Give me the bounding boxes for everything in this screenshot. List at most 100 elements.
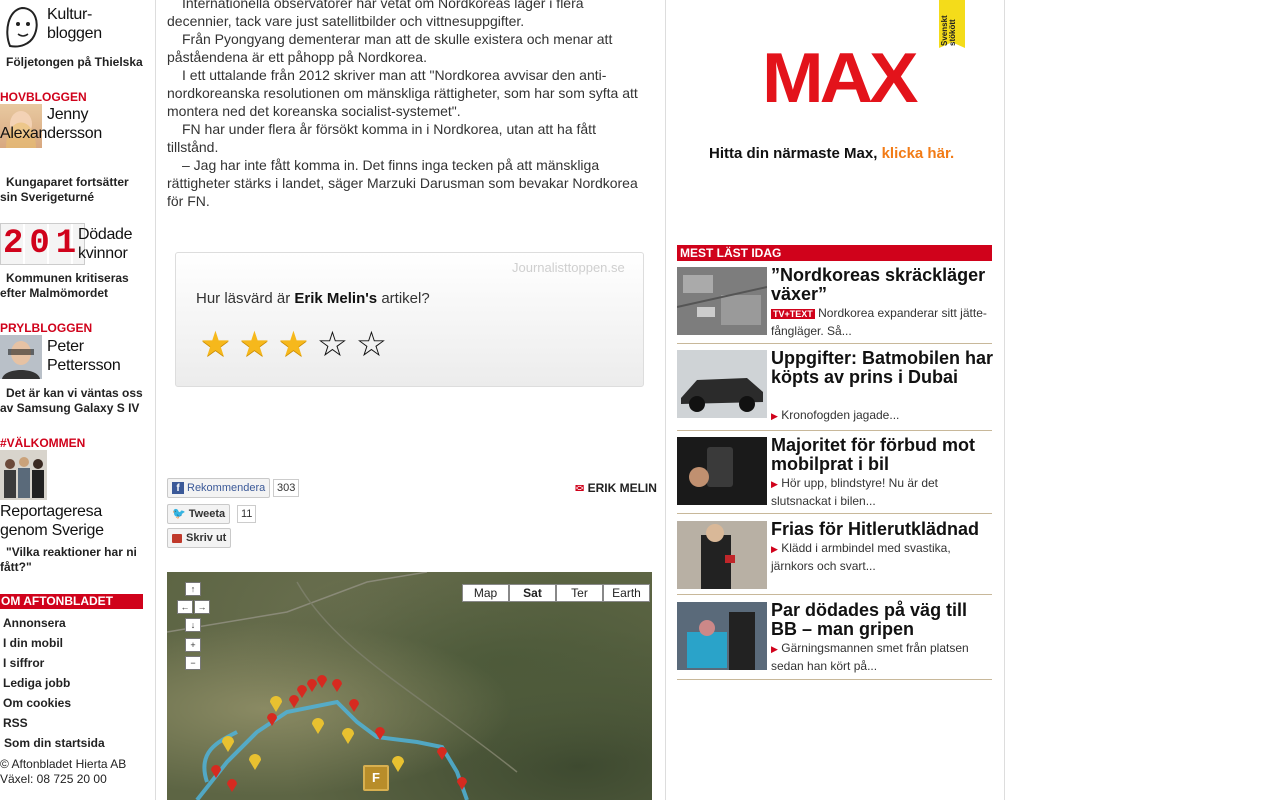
zoom-out-button[interactable]: − <box>185 656 201 670</box>
counter-digits: 201 <box>0 223 86 265</box>
mail-icon: ✉ <box>575 483 585 495</box>
tweet-label: Tweeta <box>188 508 226 520</box>
tweet-count: 11 <box>237 505 257 523</box>
pan-left-button[interactable]: ← <box>177 600 193 614</box>
valkommen-image[interactable] <box>0 450 47 500</box>
left-sidebar: Kultur- bloggen Följetongen på Thielska … <box>0 0 150 800</box>
hovbloggen-label[interactable]: HOVBLOGGEN <box>0 90 87 104</box>
pan-right-button[interactable]: → <box>194 600 210 614</box>
news-image[interactable] <box>677 437 767 505</box>
prylbloggen-label[interactable]: PRYLBLOGGEN <box>0 321 92 335</box>
article-paragraph: I ett uttalande från 2012 skriver man at… <box>167 67 638 119</box>
news-item[interactable]: Majoritet för förbud mot mobilprat i bil… <box>677 436 993 514</box>
about-link-startsida[interactable]: Som din startsida <box>0 736 105 756</box>
counter-title[interactable]: Dödade kvinnor <box>78 225 133 263</box>
tv-text-badge: TV+TEXT <box>771 309 815 319</box>
about-aftonbladet-heading: OM AFTONBLADET <box>0 594 143 609</box>
about-link-annonsera[interactable]: Annonsera <box>0 616 105 636</box>
news-teaser-text: Kronofogden jagade... <box>781 408 900 422</box>
star-4[interactable]: ☆ <box>313 326 352 364</box>
zoom-in-button[interactable]: + <box>185 638 201 652</box>
ad-tagline[interactable]: Hitta din närmaste Max, klicka här. <box>709 145 954 162</box>
ad-tagline-text: Hitta din närmaste Max, <box>709 145 878 162</box>
news-teaser-text: Hör upp, blindstyre! Nu är det slutsnack… <box>771 476 939 508</box>
news-item[interactable]: Frias för Hitlerutklädnad ▶ Klädd i armb… <box>677 520 993 595</box>
star-1[interactable]: ★ <box>196 326 235 364</box>
about-links: Annonsera I din mobil I siffror Lediga j… <box>0 616 105 756</box>
news-title[interactable]: Frias för Hitlerutklädnad <box>771 520 993 539</box>
arrow-icon: ▶ <box>771 411 778 421</box>
article-body: Internationella observatörer har vetat o… <box>167 0 647 210</box>
pan-up-button[interactable]: ↑ <box>185 582 201 596</box>
hovbloggen-name[interactable]: Jenny Alexandersson <box>0 105 150 143</box>
news-image[interactable] <box>677 350 767 418</box>
news-title[interactable]: Majoritet för förbud mot mobilprat i bil <box>771 436 993 474</box>
about-link-rss[interactable]: RSS <box>0 716 105 736</box>
map-marker-f-letter: F <box>372 770 380 785</box>
map-marker-f[interactable]: F <box>363 765 389 791</box>
rating-question: Hur läsvärd är Erik Melin's artikel? <box>196 290 430 307</box>
print-label: Skriv ut <box>186 532 227 544</box>
pan-down-button[interactable]: ↓ <box>185 618 201 632</box>
rating-author: Erik Melin's <box>294 290 378 307</box>
kultur-avatar[interactable] <box>0 2 44 48</box>
recommend-label: Rekommendera <box>187 482 266 494</box>
map-type-ter[interactable]: Ter <box>556 584 603 602</box>
tweet-button[interactable]: 🐦 Tweeta <box>167 504 231 524</box>
arrow-icon: ▶ <box>771 644 778 654</box>
news-title[interactable]: ”Nordkoreas skräckläger växer” <box>771 266 993 304</box>
valkommen-title[interactable]: Reportageresa genom Sverige <box>0 502 104 540</box>
divider-middle <box>665 0 666 800</box>
article-paragraph: Internationella observatörer har vetat o… <box>167 0 584 29</box>
article-paragraph: Från Pyongyang dementerar man att de sku… <box>167 31 613 65</box>
article-paragraph: FN har under flera år försökt komma in i… <box>167 121 596 155</box>
rating-source[interactable]: Journalisttoppen.se <box>512 260 625 275</box>
news-teaser[interactable]: TV+TEXT Nordkorea expanderar sitt jätte-… <box>771 305 993 340</box>
ad-tagline-link[interactable]: klicka här. <box>882 145 955 162</box>
valkommen-teaser[interactable]: "Vilka reaktioner har ni fått?" <box>0 545 137 575</box>
news-image[interactable] <box>677 602 767 670</box>
news-item[interactable]: Uppgifter: Batmobilen har köpts av prins… <box>677 349 993 431</box>
rating-stars: ★ ★ ★ ☆ ☆ <box>196 326 391 364</box>
news-teaser[interactable]: ▶ Kronofogden jagade... <box>771 407 993 425</box>
facebook-recommend-button[interactable]: f Rekommendera <box>167 478 271 498</box>
star-2[interactable]: ★ <box>235 326 274 364</box>
news-image[interactable] <box>677 267 767 335</box>
twitter-bird-icon: 🐦 <box>172 508 186 520</box>
counter-teaser[interactable]: Kommunen kritiseras efter Malmömordet <box>0 271 129 301</box>
news-item[interactable]: ”Nordkoreas skräckläger växer” TV+TEXT N… <box>677 266 993 344</box>
map-type-map[interactable]: Map <box>462 584 509 602</box>
about-link-cookies[interactable]: Om cookies <box>0 696 105 716</box>
divider-left <box>155 0 156 800</box>
peter-avatar[interactable] <box>0 335 42 379</box>
kultur-teaser[interactable]: Följetongen på Thielska <box>6 55 143 70</box>
kultur-title[interactable]: Kultur- bloggen <box>47 5 102 43</box>
satellite-map[interactable]: F ↑ ← → ↓ + − Map Sat Ter Earth <box>167 572 652 800</box>
map-type-sat[interactable]: Sat <box>509 584 556 602</box>
article-paragraph: – Jag har inte fått komma in. Det finns … <box>167 157 638 209</box>
news-title[interactable]: Par dödades på väg till BB – man gripen <box>771 601 993 639</box>
about-link-jobb[interactable]: Lediga jobb <box>0 676 105 696</box>
about-link-siffror[interactable]: I siffror <box>0 656 105 676</box>
star-3[interactable]: ★ <box>274 326 313 364</box>
prylbloggen-teaser[interactable]: Det är kan vi väntas oss av Samsung Gala… <box>0 386 143 416</box>
star-5[interactable]: ☆ <box>352 326 391 364</box>
news-teaser[interactable]: ▶ Klädd i armbindel med svastika, järnko… <box>771 540 993 575</box>
prylbloggen-name[interactable]: Peter Pettersson <box>47 337 121 375</box>
news-teaser-text: Klädd i armbindel med svastika, järnkors… <box>771 541 951 573</box>
news-item[interactable]: Par dödades på väg till BB – man gripen … <box>677 601 993 680</box>
about-link-mobil[interactable]: I din mobil <box>0 636 105 656</box>
printer-icon <box>172 533 182 543</box>
byline[interactable]: ✉ ERIK MELIN <box>575 481 657 495</box>
news-teaser[interactable]: ▶ Gärningsmannen smet från platsen sedan… <box>771 640 993 675</box>
map-type-earth[interactable]: Earth <box>603 584 650 602</box>
news-image[interactable] <box>677 521 767 589</box>
valkommen-label[interactable]: #VÄLKOMMEN <box>0 436 85 450</box>
news-teaser-text: Gärningsmannen smet från platsen sedan h… <box>771 641 969 673</box>
print-button[interactable]: Skriv ut <box>167 528 232 548</box>
news-title[interactable]: Uppgifter: Batmobilen har köpts av prins… <box>771 349 993 387</box>
hovbloggen-teaser[interactable]: Kungaparet fortsätter sin Sverigeturné <box>0 175 129 205</box>
max-ad[interactable]: Svenskt stökött MAX <box>677 0 992 200</box>
news-teaser[interactable]: ▶ Hör upp, blindstyre! Nu är det slutsna… <box>771 475 993 510</box>
byline-author: ERIK MELIN <box>587 481 657 495</box>
